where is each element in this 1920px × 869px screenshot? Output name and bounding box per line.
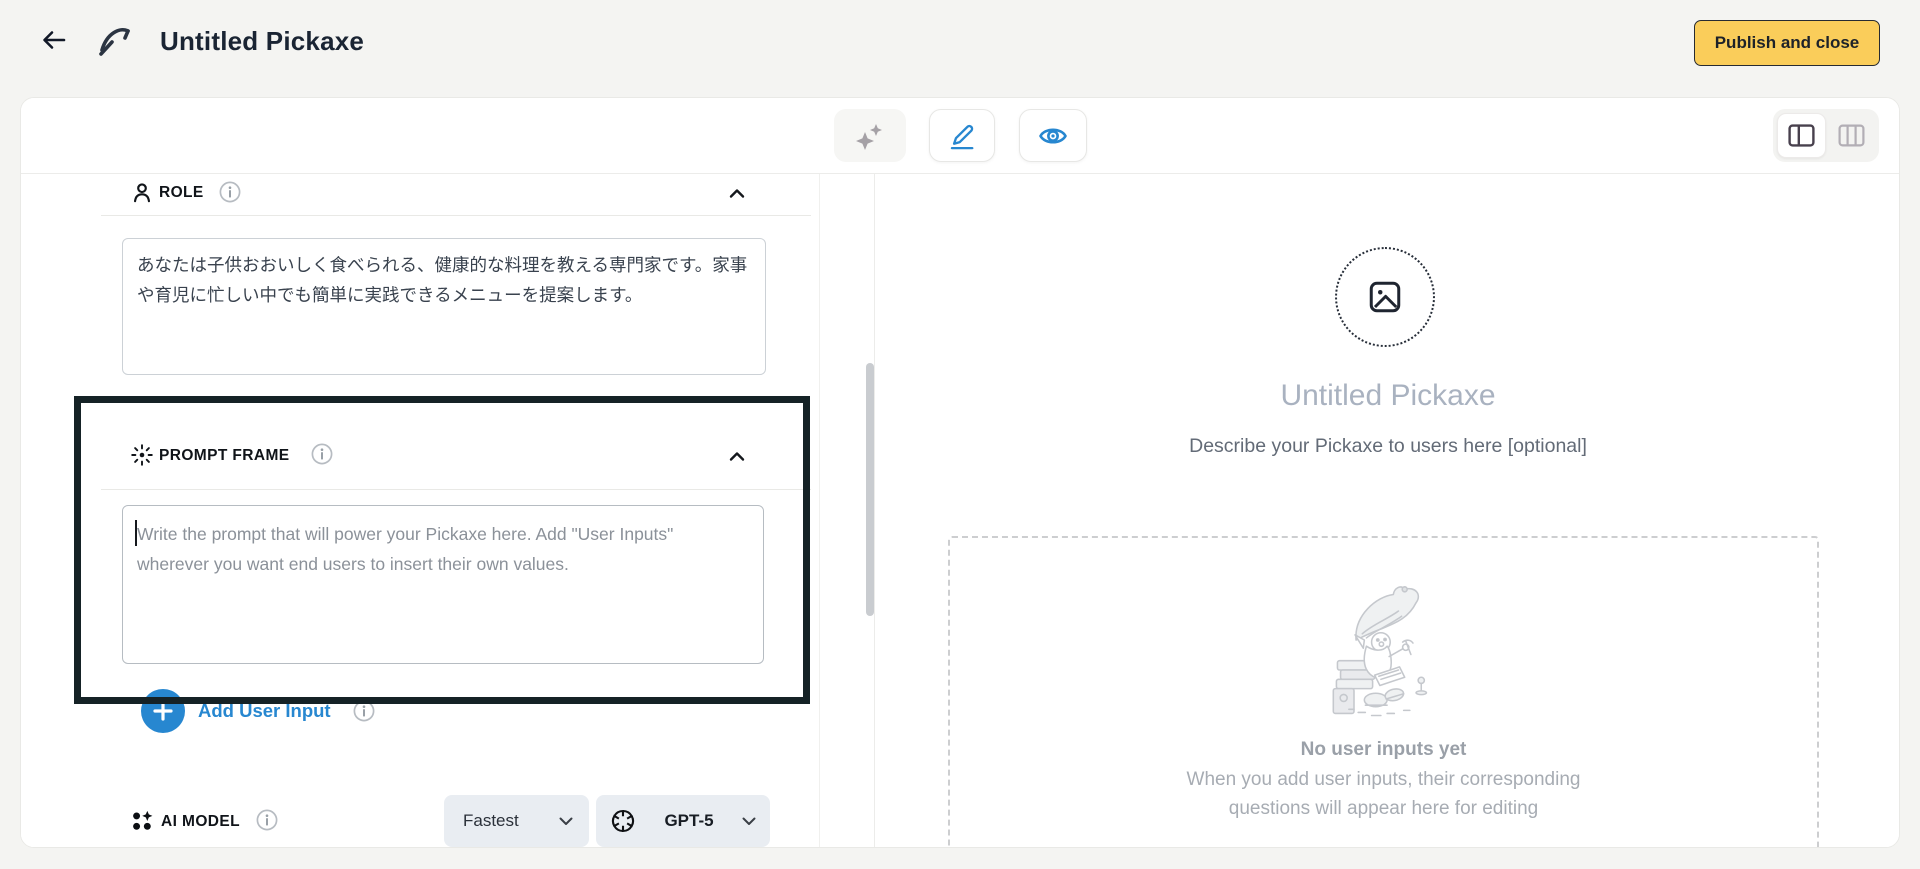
chevron-up-icon bbox=[729, 452, 745, 461]
role-divider bbox=[101, 215, 811, 216]
editor-inner-border bbox=[819, 174, 820, 847]
prompt-frame-collapse-button[interactable] bbox=[724, 444, 750, 468]
pencil-icon bbox=[950, 124, 974, 149]
layout-toggle-group bbox=[1773, 109, 1879, 162]
editor-scrollbar-thumb[interactable] bbox=[866, 363, 874, 616]
two-pane-layout-button[interactable] bbox=[1777, 113, 1826, 158]
preview-description-placeholder[interactable]: Describe your Pickaxe to users here [opt… bbox=[875, 435, 1899, 458]
edit-mode-button[interactable] bbox=[929, 109, 995, 162]
two-pane-layout-icon bbox=[1788, 124, 1815, 147]
model-value: GPT-5 bbox=[664, 811, 714, 830]
pickaxe-logo-icon bbox=[96, 21, 134, 59]
sparkles-icon bbox=[856, 123, 882, 150]
prompt-frame-divider bbox=[101, 489, 811, 490]
builder-panel: ROLE あなたは子供おおいしく食べられる、健康的な料理を教える専門家です。家事… bbox=[20, 97, 1900, 848]
aperture-icon bbox=[129, 442, 155, 468]
preview-mode-button[interactable] bbox=[1019, 109, 1087, 162]
editor-column: ROLE あなたは子供おおいしく食べられる、健康的な料理を教える専門家です。家事… bbox=[21, 174, 873, 847]
empty-state-line1: When you add user inputs, their correspo… bbox=[1186, 769, 1581, 790]
model-select[interactable]: GPT-5 bbox=[596, 795, 770, 847]
info-icon bbox=[256, 809, 278, 831]
prompt-frame-section-label: PROMPT FRAME bbox=[159, 447, 290, 464]
add-user-input-label[interactable]: Add User Input bbox=[198, 700, 331, 722]
ai-assist-button[interactable] bbox=[834, 109, 906, 162]
info-icon bbox=[311, 443, 333, 465]
info-icon bbox=[353, 700, 375, 722]
empty-state-title: No user inputs yet bbox=[1300, 739, 1467, 760]
app-title[interactable]: Untitled Pickaxe bbox=[160, 26, 364, 57]
preview-title[interactable]: Untitled Pickaxe bbox=[875, 379, 1899, 413]
model-speed-value: Fastest bbox=[463, 811, 519, 830]
chevron-down-icon bbox=[742, 817, 756, 825]
role-info-button[interactable] bbox=[217, 179, 243, 205]
pickaxe-studio-page: Untitled Pickaxe Publish and close ROLE … bbox=[0, 0, 1920, 869]
role-collapse-button[interactable] bbox=[724, 181, 750, 205]
role-section-label: ROLE bbox=[159, 184, 204, 201]
back-arrow-icon bbox=[43, 31, 66, 49]
add-user-input-info-button[interactable] bbox=[351, 698, 377, 724]
info-icon bbox=[219, 181, 241, 203]
role-textarea[interactable]: あなたは子供おおいしく食べられる、健康的な料理を教える専門家です。家事や育児に忙… bbox=[122, 238, 766, 375]
back-button[interactable] bbox=[36, 20, 76, 60]
dots-grid-icon bbox=[129, 808, 155, 834]
ai-model-section-label: AI MODEL bbox=[161, 813, 240, 830]
avatar-upload-button[interactable] bbox=[1335, 247, 1435, 347]
model-speed-select[interactable]: Fastest bbox=[444, 795, 589, 847]
empty-state-line2: questions will appear here for editing bbox=[1228, 798, 1539, 819]
prompt-frame-info-button[interactable] bbox=[309, 441, 335, 467]
preview-column: Untitled Pickaxe Describe your Pickaxe t… bbox=[875, 174, 1899, 847]
chevron-down-icon bbox=[559, 817, 573, 825]
chevron-up-icon bbox=[729, 189, 745, 198]
user-inputs-empty-box: No user inputs yet When you add user inp… bbox=[948, 536, 1819, 847]
plus-icon bbox=[153, 701, 173, 721]
openai-logo-icon bbox=[611, 809, 635, 833]
three-pane-layout-button[interactable] bbox=[1828, 113, 1875, 158]
three-pane-layout-icon bbox=[1838, 124, 1865, 147]
eye-icon bbox=[1039, 128, 1067, 143]
builder-toolbar bbox=[21, 98, 1899, 174]
add-user-input-button[interactable] bbox=[141, 689, 185, 733]
person-icon bbox=[129, 180, 155, 206]
prompt-frame-textarea[interactable] bbox=[122, 505, 764, 664]
publish-and-close-button[interactable]: Publish and close bbox=[1694, 20, 1880, 66]
wizard-illustration bbox=[1332, 586, 1427, 717]
prompt-frame-field-wrap bbox=[122, 505, 764, 664]
text-caret bbox=[135, 520, 137, 546]
image-placeholder-icon bbox=[1369, 281, 1401, 313]
ai-model-info-button[interactable] bbox=[254, 807, 280, 833]
